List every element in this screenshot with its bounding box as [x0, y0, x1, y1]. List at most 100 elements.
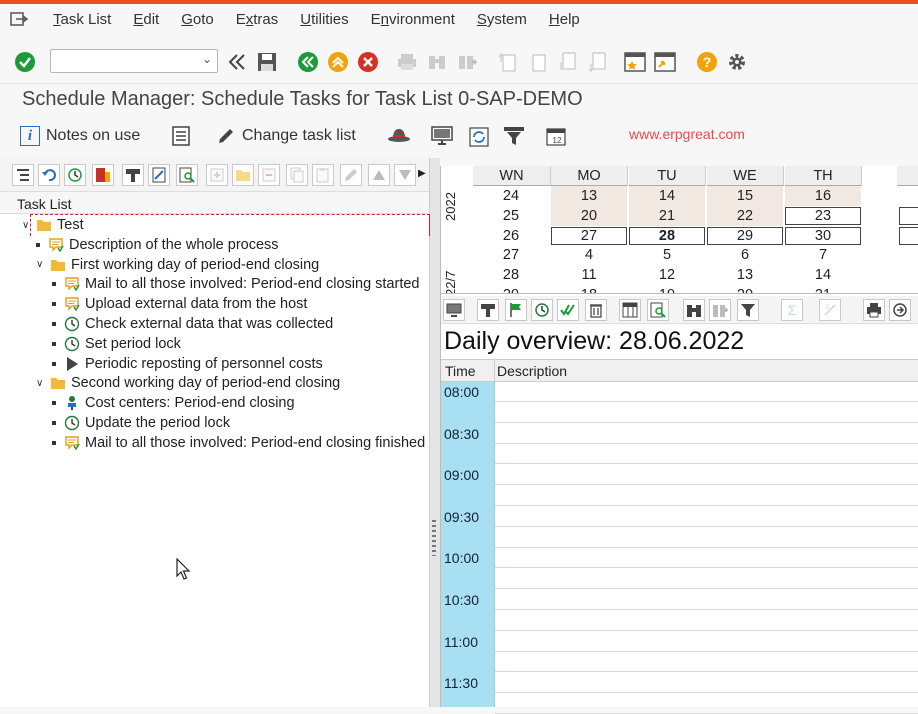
schedule-slot[interactable] — [495, 632, 918, 652]
flag-icon[interactable] — [505, 299, 527, 321]
tree-node[interactable]: ∨ First working day of period-end closing — [36, 255, 319, 275]
monitor-icon[interactable] — [443, 299, 465, 321]
calendar-day[interactable]: 5 — [629, 245, 705, 265]
back-icon[interactable] — [297, 51, 319, 73]
calendar-day[interactable]: 11 — [551, 265, 627, 285]
calendar-day-partial[interactable] — [899, 206, 918, 225]
menu-edit[interactable]: Edit — [133, 11, 159, 28]
calendar-day[interactable]: 7 — [785, 245, 861, 265]
export-icon[interactable] — [889, 299, 911, 321]
calendar-day-partial[interactable] — [899, 226, 918, 245]
calendar-day[interactable]: 21 — [785, 285, 861, 293]
menu-goto[interactable]: Goto — [181, 11, 214, 28]
new-session-icon[interactable] — [624, 51, 646, 73]
calendar-day[interactable]: 28 — [629, 226, 705, 245]
tree-node[interactable]: Mail to all those involved: Period-end c… — [52, 274, 419, 294]
expand-toggle-icon[interactable]: ∨ — [36, 259, 46, 270]
trash-icon[interactable] — [585, 299, 607, 321]
calendar-button[interactable]: 12 — [546, 126, 568, 148]
schedule-slot[interactable] — [495, 486, 918, 506]
menu-environment[interactable]: Environment — [371, 11, 455, 28]
expand-toggle-icon[interactable]: ∨ — [22, 220, 32, 231]
menu-system[interactable]: System — [477, 11, 527, 28]
refresh-button[interactable] — [468, 126, 490, 148]
hat-button[interactable] — [387, 126, 411, 144]
toolbar-more-icon[interactable]: ▶ — [418, 168, 426, 179]
schedule-slot[interactable] — [495, 569, 918, 590]
gear-icon[interactable] — [726, 51, 748, 73]
change-task-list-button[interactable]: Change task list — [216, 126, 356, 146]
calendar-day[interactable]: 6 — [707, 245, 783, 265]
schedule-slot[interactable] — [495, 652, 918, 673]
monitor-button[interactable] — [431, 126, 453, 146]
tree-node[interactable]: Set period lock — [52, 334, 181, 354]
tree-node[interactable]: ∨ Test — [22, 215, 84, 235]
print-icon[interactable] — [863, 299, 885, 321]
calendar-day[interactable]: 13 — [551, 186, 627, 206]
pane-splitter[interactable] — [430, 158, 440, 707]
menu-utilities[interactable]: Utilities — [300, 11, 348, 28]
schedule-slot[interactable] — [495, 507, 918, 527]
calendar-day[interactable]: 19 — [629, 285, 705, 293]
calendar-day[interactable]: 23 — [785, 206, 861, 225]
calendar-day[interactable]: 30 — [785, 226, 861, 245]
calendar-day[interactable]: 22 — [707, 205, 783, 226]
tree-node[interactable]: Cost centers: Period-end closing — [52, 393, 295, 413]
paint-brush-icon[interactable] — [477, 299, 499, 321]
calendar-day[interactable]: 13 — [707, 265, 783, 285]
table-icon[interactable] — [619, 299, 641, 321]
calendar-day[interactable]: 21 — [629, 205, 705, 226]
expand-toggle-icon[interactable]: ∨ — [36, 378, 46, 389]
calendar-day[interactable]: 20 — [551, 205, 627, 226]
schedule-slot[interactable] — [495, 611, 918, 631]
enter-check-icon[interactable] — [14, 51, 36, 73]
undo-icon[interactable] — [38, 164, 60, 186]
command-field[interactable]: ⌄ — [50, 49, 218, 73]
search-icon[interactable] — [647, 299, 669, 321]
paint-brush-icon[interactable] — [122, 164, 144, 186]
schedule-slot[interactable] — [495, 403, 918, 423]
edit-doc-icon[interactable] — [148, 164, 170, 186]
menu-exit-icon[interactable] — [10, 12, 30, 26]
tree-node[interactable]: Description of the whole process — [36, 235, 279, 255]
tree-node[interactable]: Periodic reposting of personnel costs — [52, 354, 323, 374]
tree-node[interactable]: Update the period lock — [52, 413, 230, 433]
calendar-day[interactable]: 20 — [707, 285, 783, 293]
calendar-day[interactable]: 14 — [629, 186, 705, 206]
schedule-icon[interactable] — [531, 299, 553, 321]
search-icon[interactable] — [176, 164, 198, 186]
command-input[interactable] — [55, 50, 195, 72]
tree-node[interactable]: Mail to all those involved: Period-end c… — [52, 433, 425, 453]
tree-node[interactable]: Upload external data from the host — [52, 294, 307, 314]
schedule-slot[interactable] — [495, 590, 918, 610]
filter-icon[interactable] — [737, 299, 759, 321]
filter-button[interactable] — [503, 126, 525, 146]
menu-help[interactable]: Help — [549, 11, 580, 28]
calendar-day[interactable]: 16 — [785, 186, 861, 206]
schedule-icon[interactable] — [64, 164, 86, 186]
menu-task-list[interactable]: Task List — [53, 11, 111, 28]
structure-icon[interactable] — [12, 164, 34, 186]
shortcut-icon[interactable] — [654, 51, 676, 73]
calendar-day[interactable]: 27 — [551, 226, 627, 245]
schedule-slot[interactable] — [495, 673, 918, 694]
double-chevron-left-icon[interactable] — [226, 51, 248, 73]
report-icon[interactable] — [92, 164, 114, 186]
menu-extras[interactable]: Extras — [236, 11, 279, 28]
schedule-slot[interactable] — [495, 382, 918, 402]
cancel-icon[interactable] — [357, 51, 379, 73]
calendar-day[interactable]: 29 — [707, 226, 783, 245]
tree-node[interactable]: Check external data that was collected — [52, 314, 333, 334]
calendar-day[interactable]: 14 — [785, 265, 861, 285]
schedule-slot[interactable] — [495, 444, 918, 465]
calendar-day[interactable]: 15 — [707, 186, 783, 206]
save-icon[interactable] — [256, 51, 278, 73]
chevron-down-icon[interactable]: ⌄ — [202, 52, 212, 66]
schedule-slot[interactable] — [495, 528, 918, 548]
schedule-slot[interactable] — [495, 548, 918, 569]
calendar-day[interactable]: 18 — [551, 285, 627, 293]
splitter-grip[interactable] — [432, 520, 436, 556]
tree-node[interactable]: ∨ Second working day of period-end closin… — [36, 373, 340, 393]
calendar-day[interactable]: 12 — [629, 265, 705, 285]
double-check-icon[interactable] — [557, 299, 579, 321]
